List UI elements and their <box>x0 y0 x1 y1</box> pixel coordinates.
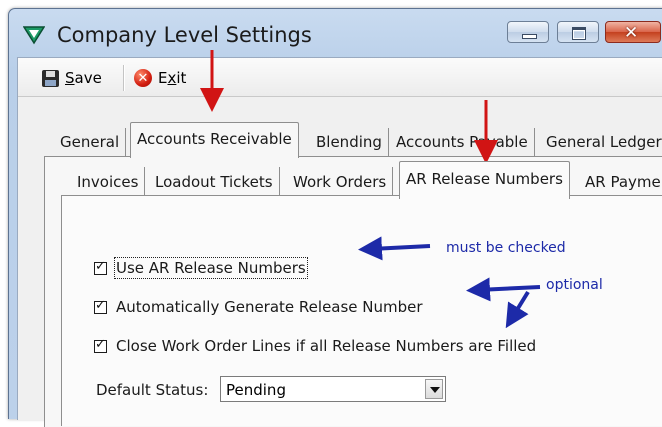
minimize-button[interactable] <box>507 21 549 43</box>
title-bar[interactable]: Company Level Settings ✕ <box>9 9 662 57</box>
tab-general[interactable]: General <box>54 128 127 156</box>
checkbox-checked-icon <box>94 259 107 275</box>
close-icon: ✕ <box>624 23 639 43</box>
use-ar-release-numbers-label: Use AR Release Numbers <box>114 257 308 279</box>
default-status-select[interactable]: Pending <box>220 376 446 402</box>
close-button[interactable]: ✕ <box>605 21 661 43</box>
tab-accounts-receivable[interactable]: Accounts Receivable <box>130 122 299 158</box>
toolbar-separator <box>123 65 125 91</box>
exit-x-icon: ✕ <box>134 69 152 87</box>
annotation-optional: optional <box>546 277 603 293</box>
tab-work-orders[interactable]: Work Orders <box>287 167 394 197</box>
ar-release-numbers-panel: Use AR Release Numbers Automatically Gen… <box>61 195 662 426</box>
chevron-down-icon[interactable] <box>425 379 443 399</box>
save-button[interactable]: Save <box>42 67 102 89</box>
tab-loadout-tickets[interactable]: Loadout Tickets <box>149 167 280 197</box>
client-area: Save ✕ Exit General Accounts Receivable … <box>17 57 662 427</box>
outer-tab-strip: General Accounts Receivable Blending Acc… <box>18 122 662 158</box>
auto-generate-release-number-checkbox[interactable]: Automatically Generate Release Number <box>94 297 423 317</box>
exit-button[interactable]: ✕ Exit <box>134 67 186 89</box>
window: Company Level Settings ✕ Save ✕ Exit Gen… <box>8 8 662 427</box>
checkbox-checked-icon <box>94 298 107 314</box>
tab-general-ledger[interactable]: General Ledger <box>540 128 662 156</box>
close-work-order-lines-checkbox[interactable]: Close Work Order Lines if all Release Nu… <box>94 336 536 356</box>
floppy-disk-icon <box>42 69 59 87</box>
app-triangle-icon <box>23 26 45 45</box>
auto-generate-release-number-label: Automatically Generate Release Number <box>116 298 423 316</box>
annotation-must-be-checked: must be checked <box>446 240 566 256</box>
default-status-value: Pending <box>226 381 286 399</box>
toolbar: Save ✕ Exit <box>18 58 662 97</box>
checkbox-checked-icon <box>94 337 107 353</box>
exit-label: Exit <box>158 69 187 87</box>
default-status-label: Default Status: <box>96 381 209 399</box>
tab-ar-release-numbers[interactable]: AR Release Numbers <box>399 161 570 199</box>
window-title: Company Level Settings <box>57 23 312 47</box>
tab-invoices[interactable]: Invoices <box>71 167 146 197</box>
save-label: Save <box>65 69 102 87</box>
close-work-order-lines-label: Close Work Order Lines if all Release Nu… <box>116 337 537 355</box>
minimize-icon <box>522 34 537 39</box>
tab-blending[interactable]: Blending <box>310 128 389 156</box>
inner-tab-strip: Invoices Loadout Tickets Work Orders AR … <box>71 161 662 199</box>
maximize-button[interactable] <box>557 21 599 43</box>
tab-accounts-payable[interactable]: Accounts Payable <box>390 128 535 156</box>
maximize-icon <box>572 27 586 40</box>
tab-ar-payments[interactable]: AR Payme <box>579 167 662 197</box>
use-ar-release-numbers-checkbox[interactable]: Use AR Release Numbers <box>94 257 308 279</box>
